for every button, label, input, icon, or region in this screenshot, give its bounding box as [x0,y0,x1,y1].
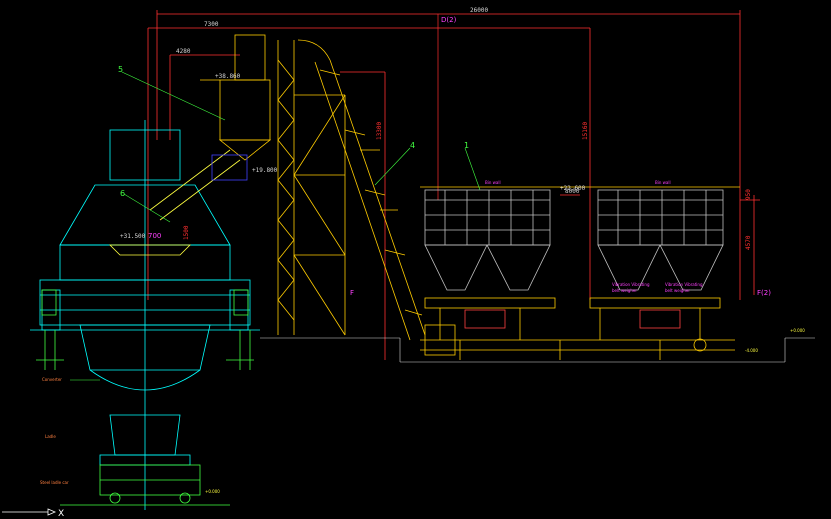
dim-7300: 7300 [204,21,219,28]
callout-6: 6 [120,189,125,198]
elev-ladle: +0.000 [205,489,220,494]
weigh-hopper [200,34,272,181]
tower-structure [277,40,346,336]
feeder-label-1a: Vibration Vibrating [612,282,650,287]
top-dimension-lines [147,10,760,360]
inclined-belt-conveyor [297,39,426,341]
callout-1: 1 [464,141,469,150]
feeder-belt-system [420,297,735,360]
callout-5: 5 [118,65,123,74]
dim-4280: 4280 [176,48,191,55]
bin-left [424,189,551,291]
feeder-label-1b: belt weigher [612,288,637,293]
elev-top: +38.860 [215,73,241,80]
bin-wall-right-label: Bin wall [655,180,671,185]
callout-4: 4 [410,141,415,150]
dim-4570: 4570 [745,235,752,250]
ladle-car-label: Steel ladle car [40,480,69,485]
callout-leaders [121,71,481,223]
bin-wall-left-label: Bin wall [485,180,501,185]
f-reference-label: F [350,289,354,297]
dim-15160: 15160 [582,122,589,140]
ladle-label: Ladle [45,434,56,439]
elev-ground: +0.000 [790,328,805,333]
converter [30,120,260,510]
feeder-label-2a: Vibration Vibrating [665,282,703,287]
d2-reference-label: D(2) [441,16,457,24]
elev-mid: +19.800 [252,167,278,174]
converter-label: Converter [42,377,62,382]
dim-26000: 26000 [470,7,488,14]
elev-pit: -4.000 [745,348,758,353]
elev-bin: +22.600 [560,185,586,192]
f2-reference-label: F(2) [757,289,771,297]
ucs-axis-icon [2,508,57,516]
elev-hopper-in: +31.500 [120,233,146,240]
dim-700: 700 [148,232,161,240]
bin-right [597,189,724,291]
ucs-x-label: X [58,509,64,519]
dim-13300: 13300 [376,122,383,140]
dim-1500: 1500 [183,225,190,240]
cad-drawing-canvas: 26000 7300 4280 13300 15160 8000 4570 95… [2,7,815,519]
feeder-label-2b: belt weigher [665,288,690,293]
dim-950: 950 [745,189,752,200]
